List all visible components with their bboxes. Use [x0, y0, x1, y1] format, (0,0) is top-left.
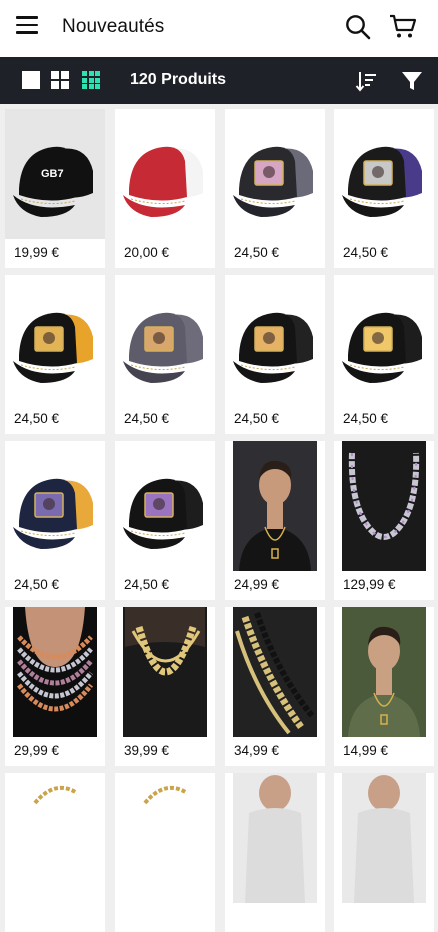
product-image	[5, 773, 105, 903]
product-card[interactable]: 29,99 €	[5, 607, 105, 766]
product-card[interactable]: 24,99 €	[225, 441, 325, 600]
product-price: 24,50 €	[343, 245, 389, 260]
product-card[interactable]: 24,50 €	[115, 441, 215, 600]
product-card[interactable]: 24,50 €	[225, 275, 325, 434]
product-price: 14,99 €	[343, 743, 389, 758]
product-card[interactable]: 24,50 €	[5, 441, 105, 600]
product-card[interactable]	[115, 773, 215, 932]
product-price: 24,50 €	[124, 577, 170, 592]
cap-image	[334, 275, 434, 405]
cap-image	[115, 275, 215, 405]
product-card[interactable]	[225, 773, 325, 932]
product-thumbnail[interactable]	[225, 773, 325, 903]
cap-image	[5, 275, 105, 405]
product-price: 24,50 €	[14, 577, 60, 592]
product-thumbnail[interactable]	[225, 441, 325, 571]
product-thumbnail[interactable]	[5, 441, 105, 571]
product-thumbnail[interactable]	[334, 607, 434, 737]
product-card[interactable]	[5, 773, 105, 932]
product-card[interactable]: 24,50 €	[225, 109, 325, 268]
cap-image	[334, 109, 434, 239]
product-thumbnail[interactable]	[225, 607, 325, 737]
single-view-icon[interactable]	[22, 71, 40, 89]
product-card[interactable]: 14,99 €	[334, 607, 434, 766]
product-card[interactable]: 24,50 €	[334, 275, 434, 434]
sort-icon[interactable]	[355, 70, 377, 92]
cap-image	[225, 275, 325, 405]
svg-text:GB7: GB7	[41, 168, 64, 180]
product-thumbnail[interactable]	[115, 275, 215, 405]
product-card[interactable]: 34,99 €	[225, 607, 325, 766]
cap-image	[115, 441, 215, 571]
product-thumbnail[interactable]	[334, 109, 434, 239]
product-card[interactable]	[334, 773, 434, 932]
product-price: 24,50 €	[343, 411, 389, 426]
search-icon[interactable]	[345, 14, 371, 40]
grid-3-view-icon[interactable]	[82, 71, 100, 89]
product-card[interactable]: 129,99 €	[334, 441, 434, 600]
product-card[interactable]: 24,50 €	[334, 109, 434, 268]
product-price: 129,99 €	[343, 577, 396, 592]
product-thumbnail[interactable]	[115, 441, 215, 571]
app-header: Nouveautés	[0, 0, 438, 57]
product-card[interactable]: GB7 20,00 €	[115, 109, 215, 268]
product-price: 24,50 €	[124, 411, 170, 426]
menu-icon[interactable]	[16, 16, 38, 36]
product-thumbnail[interactable]	[5, 275, 105, 405]
product-price: 24,99 €	[234, 577, 280, 592]
product-image	[115, 773, 215, 903]
cap-image: GB7	[115, 109, 215, 239]
cap-image	[5, 441, 105, 571]
product-image	[342, 441, 426, 571]
cart-icon[interactable]	[389, 14, 417, 40]
page-title: Nouveautés	[62, 16, 165, 37]
product-image	[233, 773, 317, 903]
product-thumbnail[interactable]: GB7	[115, 109, 215, 239]
product-thumbnail[interactable]	[334, 275, 434, 405]
cap-image: GB7	[5, 109, 105, 239]
product-thumbnail[interactable]	[115, 773, 215, 903]
product-price: 19,99 €	[14, 245, 60, 260]
product-card[interactable]: 24,50 €	[115, 275, 215, 434]
product-thumbnail[interactable]: GB7	[5, 109, 105, 239]
product-card[interactable]: GB7 19,99 €	[5, 109, 105, 268]
product-thumbnail[interactable]	[5, 773, 105, 903]
product-price: 24,50 €	[14, 411, 60, 426]
product-card[interactable]: 24,50 €	[5, 275, 105, 434]
product-image	[13, 607, 97, 737]
product-thumbnail[interactable]	[225, 109, 325, 239]
grid-2-view-icon[interactable]	[51, 71, 69, 89]
product-image	[233, 607, 317, 737]
cap-image	[225, 109, 325, 239]
product-thumbnail[interactable]	[334, 773, 434, 903]
product-thumbnail[interactable]	[115, 607, 215, 737]
svg-text:GB7: GB7	[151, 168, 174, 180]
product-image	[123, 607, 207, 737]
product-price: 39,99 €	[124, 743, 170, 758]
product-card[interactable]: 39,99 €	[115, 607, 215, 766]
product-thumbnail[interactable]	[225, 275, 325, 405]
product-count: 120 Produits	[130, 71, 227, 88]
product-image	[342, 607, 426, 737]
filter-icon[interactable]	[401, 70, 423, 92]
product-thumbnail[interactable]	[334, 441, 434, 571]
listing-toolbar: 120 Produits	[0, 57, 438, 104]
product-image	[342, 773, 426, 903]
product-price: 29,99 €	[14, 743, 60, 758]
product-price: 20,00 €	[124, 245, 170, 260]
product-price: 34,99 €	[234, 743, 280, 758]
product-thumbnail[interactable]	[5, 607, 105, 737]
product-price: 24,50 €	[234, 411, 280, 426]
product-price: 24,50 €	[234, 245, 280, 260]
product-image	[233, 441, 317, 571]
